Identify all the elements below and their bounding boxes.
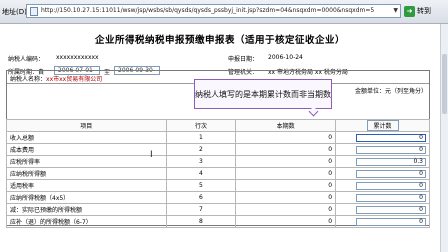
chevron-down-icon[interactable]: ▼ (393, 7, 398, 14)
vertical-scrollbar[interactable] (440, 24, 448, 252)
row-cumulative-cell: 0 (335, 203, 430, 216)
go-button[interactable]: ➜ 转到 (404, 4, 444, 18)
url-text: http://150.10.27.15:11011/wsw/jsp/wsbs/s… (41, 7, 375, 14)
row-line: 8 (165, 215, 237, 228)
taxpayer-id-label: 纳税人编码： (8, 56, 45, 63)
row-line: 3 (165, 155, 237, 168)
cumulative-input[interactable]: 0 (356, 181, 426, 190)
row-line: 4 (165, 167, 237, 180)
url-input[interactable]: http://150.10.27.15:11011/wsw/jsp/wsbs/s… (26, 4, 401, 18)
declare-date-value: 2006-10-24 (268, 54, 303, 61)
table-header-row: 项目 行次 本期数 累计数 (6, 119, 430, 132)
row-current: 0 (235, 215, 337, 228)
row-item: 成本费用 (6, 143, 167, 156)
cumulative-input[interactable]: 0 (356, 217, 426, 226)
address-bar: 地址(D) http://150.10.27.15:11011/wsw/jsp/… (0, 0, 448, 24)
header-current: 本期数 (235, 119, 337, 132)
scrollbar-thumb[interactable] (442, 54, 447, 114)
row-cumulative-cell: 0 (335, 191, 430, 204)
go-arrow-icon: ➜ (404, 5, 415, 17)
row-current: 0 (235, 167, 337, 180)
declaration-table: 项目 行次 本期数 累计数 收入总额 1 0 0 成本费用 2 0 0 应税所得… (6, 119, 430, 228)
header-item: 项目 (6, 119, 167, 132)
cumulative-input[interactable]: 0 (356, 133, 426, 142)
table-row: 应税所得率 3 0 0.3 (6, 155, 430, 168)
table-row: 应补（退）的所得税额（6-7） 8 0 0 (6, 215, 430, 228)
row-item: 应纳税所得额 (6, 167, 167, 180)
table-row: 应纳税所得额 4 0 0 (6, 167, 430, 180)
payer-name-value: xx市xx贸易有限公司 (46, 76, 103, 83)
taxpayer-id-value: xxxxxxxxxxxx (56, 54, 99, 61)
page-icon (30, 7, 38, 16)
cumulative-input[interactable]: 0 (356, 193, 426, 202)
table-row: 减：实际已预缴的所得税额 7 0 0 (6, 203, 430, 216)
row-item: 减：实际已预缴的所得税额 (6, 203, 167, 216)
payer-name-label: 纳税人名称：xx市xx贸易有限公司 (10, 76, 103, 83)
header-line: 行次 (165, 119, 237, 132)
table-row: 适用税率 5 0 0 (6, 179, 430, 192)
address-label: 地址(D) (2, 8, 27, 16)
cumulative-input[interactable]: 0 (356, 205, 426, 214)
text-cursor-icon: I (150, 150, 153, 160)
row-line: 2 (165, 143, 237, 156)
annotation-callout: 纳税人填写的是本期累计数而非当期数 (194, 79, 332, 109)
row-current: 0 (235, 155, 337, 168)
row-cumulative-cell: 0.3 (335, 155, 430, 168)
annotation-text: 纳税人填写的是本期累计数而非当期数 (195, 89, 331, 99)
row-line: 6 (165, 191, 237, 204)
row-current: 0 (235, 131, 337, 144)
row-cumulative-cell: 0 (335, 179, 430, 192)
row-line: 1 (165, 131, 237, 144)
row-item: 收入总额 (6, 131, 167, 144)
declare-date-label: 申报日期： (228, 56, 259, 63)
cumulative-input[interactable]: 0.3 (356, 157, 426, 166)
cumulative-input[interactable]: 0 (356, 169, 426, 178)
row-current: 0 (235, 191, 337, 204)
row-line: 5 (165, 179, 237, 192)
row-current: 0 (235, 179, 337, 192)
cumulative-input[interactable]: 0 (356, 145, 426, 154)
row-line: 7 (165, 203, 237, 216)
row-current: 0 (235, 143, 337, 156)
table-row: 成本费用 2 0 0 (6, 143, 430, 156)
page-title: 企业所得税纳税申报预缴申报表（适用于核定征收企业） (94, 35, 345, 46)
row-item: 应补（退）的所得税额（6-7） (6, 215, 167, 228)
row-item: 应税所得率 (6, 155, 167, 168)
go-label: 转到 (417, 7, 431, 15)
header-cumulative: 累计数 (335, 119, 430, 132)
row-cumulative-cell: 0 (335, 143, 430, 156)
row-cumulative-cell: 0 (335, 167, 430, 180)
row-item: 适用税率 (6, 179, 167, 192)
table-row: 应纳所得税额（4x5） 6 0 0 (6, 191, 430, 204)
row-cumulative-cell: 0 (335, 215, 430, 228)
row-cumulative-cell: 0 (335, 131, 430, 144)
table-row: 收入总额 1 0 0 (6, 131, 430, 144)
row-current: 0 (235, 203, 337, 216)
row-item: 应纳所得税额（4x5） (6, 191, 167, 204)
